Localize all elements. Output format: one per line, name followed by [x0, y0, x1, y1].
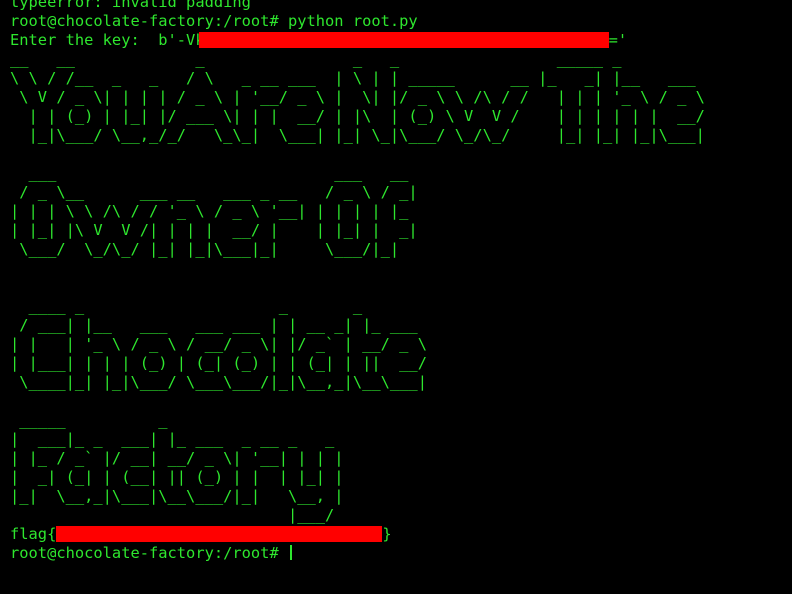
key-suffix: ='	[608, 31, 628, 49]
output-line-error: typeerror: invalid padding	[10, 0, 251, 11]
flag-prefix: flag{	[10, 525, 57, 543]
flag-line: flag{}	[10, 525, 733, 544]
terminal-output: typeerror: invalid padding root@chocolat…	[10, 0, 733, 563]
key-line: Enter the key: b'-Vk ='	[10, 31, 733, 50]
command-line: root@chocolate-factory:/root# python roo…	[10, 12, 418, 30]
text-cursor	[289, 545, 292, 560]
key-redaction	[198, 32, 609, 48]
key-prefix: Enter the key: b'-Vk	[10, 31, 205, 49]
ascii-art-banner: __ __ _ _ _ _____ _ \ \ / /__ _ _ / \ _ …	[10, 50, 705, 524]
terminal-window[interactable]: typeerror: invalid padding root@chocolat…	[0, 0, 792, 594]
flag-redaction	[56, 526, 383, 542]
flag-suffix: }	[382, 525, 392, 543]
shell-prompt: root@chocolate-factory:/root#	[10, 544, 288, 562]
prompt-line[interactable]: root@chocolate-factory:/root#	[10, 544, 733, 563]
